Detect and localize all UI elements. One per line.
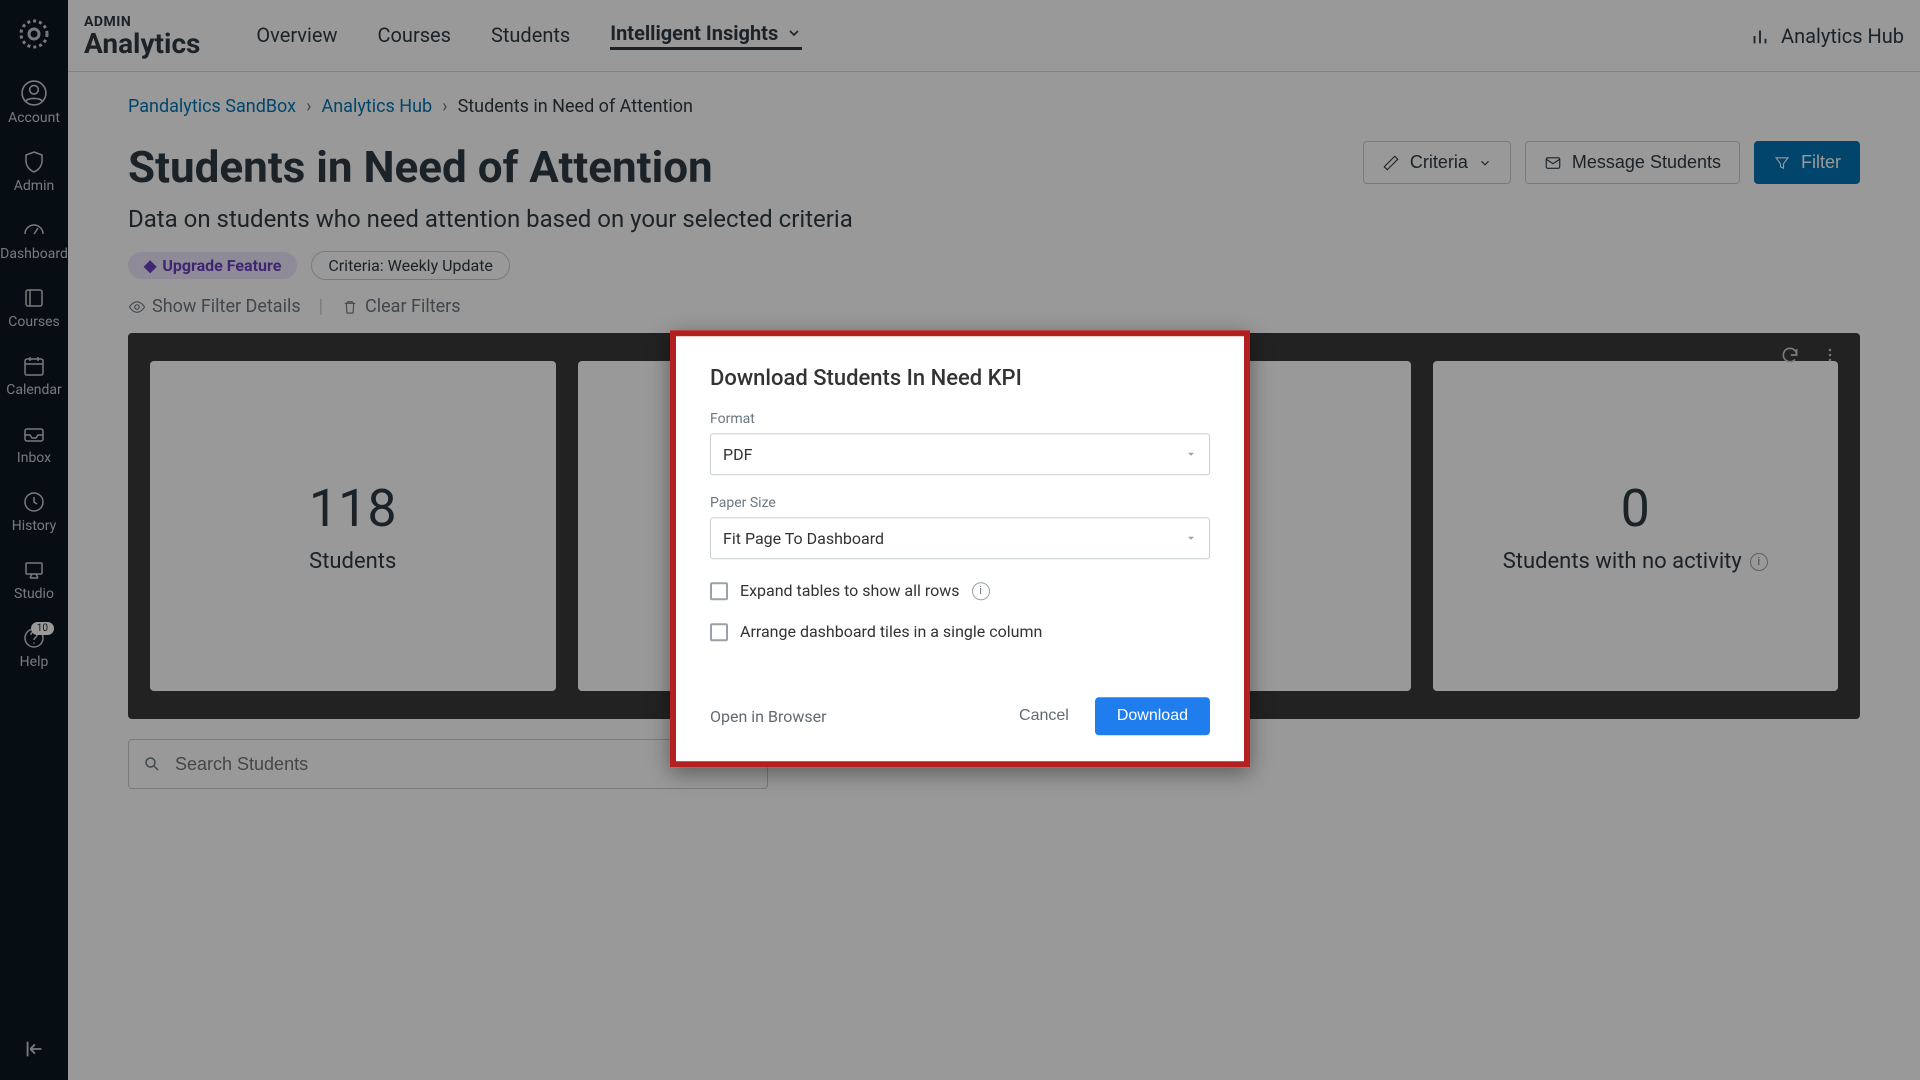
arrange-tiles-checkbox[interactable]: Arrange dashboard tiles in a single colu… [710, 622, 1210, 641]
checkbox-label: Arrange dashboard tiles in a single colu… [740, 622, 1042, 641]
cancel-button[interactable]: Cancel [1019, 707, 1069, 725]
checkbox-icon [710, 582, 728, 600]
format-select[interactable]: PDF [710, 433, 1210, 475]
caret-down-icon [1185, 448, 1197, 460]
open-in-browser-link[interactable]: Open in Browser [710, 707, 827, 726]
paper-size-label: Paper Size [710, 495, 1210, 511]
format-value: PDF [723, 445, 752, 464]
checkbox-icon [710, 623, 728, 641]
caret-down-icon [1185, 532, 1197, 544]
modal-highlight-border: Download Students In Need KPI Format PDF… [670, 330, 1250, 767]
paper-size-select[interactable]: Fit Page To Dashboard [710, 517, 1210, 559]
format-label: Format [710, 411, 1210, 427]
modal-body: Download Students In Need KPI Format PDF… [680, 340, 1240, 757]
modal-title: Download Students In Need KPI [710, 366, 1210, 391]
modal-actions: Open in Browser Cancel Download [710, 697, 1210, 735]
paper-size-value: Fit Page To Dashboard [723, 529, 884, 548]
expand-tables-checkbox[interactable]: Expand tables to show all rows i [710, 581, 1210, 600]
download-button[interactable]: Download [1095, 697, 1210, 735]
info-icon[interactable]: i [972, 582, 990, 600]
download-modal: Download Students In Need KPI Format PDF… [670, 330, 1250, 767]
checkbox-label: Expand tables to show all rows [740, 581, 960, 600]
